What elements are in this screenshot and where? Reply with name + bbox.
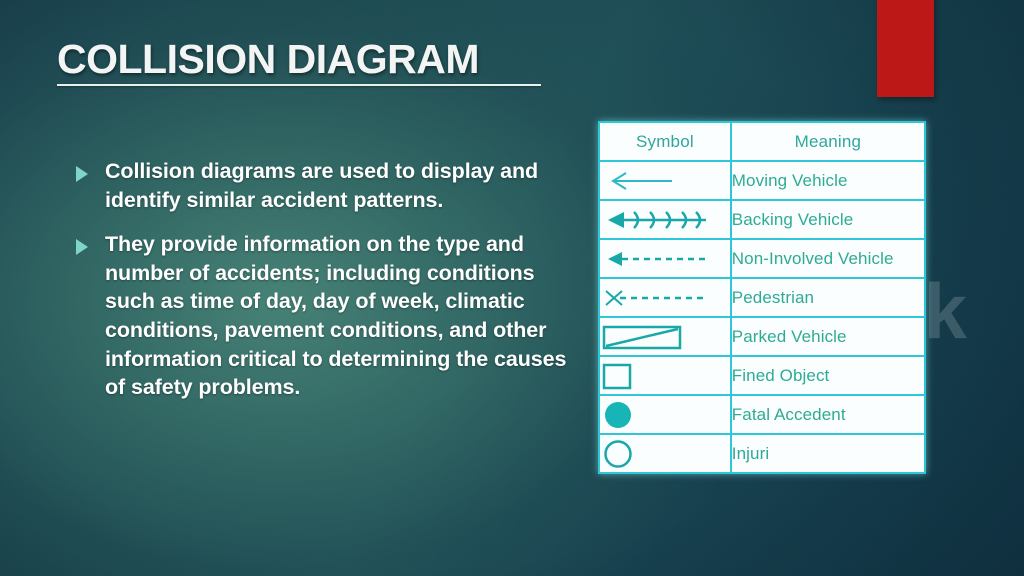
list-item: They provide information on the type and… [76,230,588,402]
open-circle-icon [598,433,732,474]
meaning-label: Moving Vehicle [729,160,927,201]
table-row: Backing Vehicle [598,199,927,240]
table-header-row: Symbol Meaning [598,121,927,162]
meaning-label: Non-Involved Vehicle [729,238,927,279]
bullet-list: Collision diagrams are used to display a… [76,157,588,418]
table-row: Parked Vehicle [598,316,927,357]
table-row: Injuri [598,433,927,474]
square-outline-icon [598,355,732,396]
x-dashed-line-icon [598,277,732,318]
bullet-text: They provide information on the type and… [105,232,567,400]
column-header-meaning: Meaning [729,121,927,162]
meaning-label: Backing Vehicle [729,199,927,240]
table-row: Moving Vehicle [598,160,927,201]
meaning-label: Parked Vehicle [729,316,927,357]
page-title: COLLISION DIAGRAM [57,36,479,82]
table-row: Pedestrian [598,277,927,318]
meaning-label: Pedestrian [729,277,927,318]
left-arrow-chevrons-icon [598,199,732,240]
meaning-label: Injuri [729,433,927,474]
meaning-label: Fatal Accedent [729,394,927,435]
left-arrow-solid-icon [598,160,732,201]
symbol-legend-table: Symbol Meaning Moving Vehicle Backing Ve… [598,121,927,474]
column-header-symbol: Symbol [598,121,732,162]
table-row: Fined Object [598,355,927,396]
slide-canvas: COLLISION DIAGRAM Collision diagrams are… [0,0,1024,576]
meaning-label: Fined Object [729,355,927,396]
bullet-text: Collision diagrams are used to display a… [105,159,539,212]
table-row: Fatal Accedent [598,394,927,435]
filled-circle-icon [598,394,732,435]
triangle-bullet-icon [76,239,88,256]
title-underline [57,84,541,87]
red-accent-block [877,0,934,97]
left-arrow-dashed-icon [598,238,732,279]
title-block: COLLISION DIAGRAM [57,36,697,87]
rectangle-diagonal-icon [598,316,732,357]
table-row: Non-Involved Vehicle [598,238,927,279]
list-item: Collision diagrams are used to display a… [76,157,588,214]
triangle-bullet-icon [76,166,88,182]
